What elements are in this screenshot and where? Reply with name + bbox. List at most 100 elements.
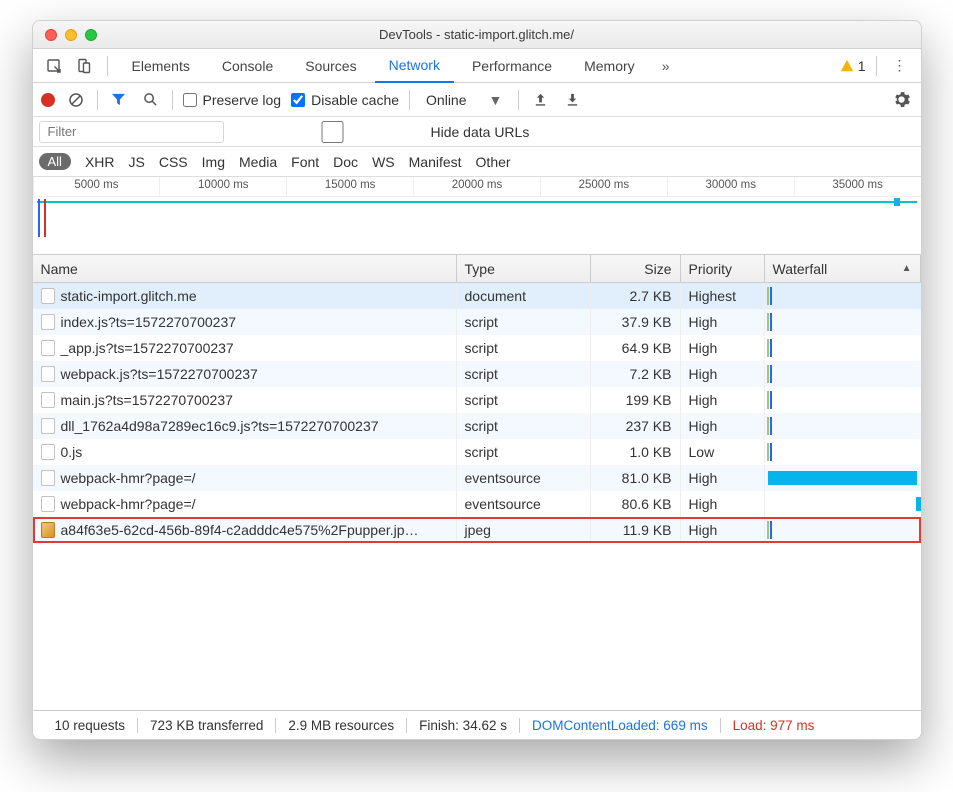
col-waterfall[interactable]: Waterfall▲ <box>765 255 921 282</box>
more-tabs-icon[interactable]: » <box>653 53 679 79</box>
table-row[interactable]: webpack.js?ts=1572270700237script7.2 KBH… <box>33 361 921 387</box>
filter-input[interactable] <box>39 121 224 143</box>
settings-gear-icon[interactable] <box>891 91 913 108</box>
type-manifest[interactable]: Manifest <box>409 154 462 170</box>
table-row[interactable]: index.js?ts=1572270700237script37.9 KBHi… <box>33 309 921 335</box>
preserve-log-checkbox[interactable]: Preserve log <box>183 92 282 108</box>
search-icon[interactable] <box>140 92 162 107</box>
cell-type: eventsource <box>457 491 591 517</box>
sort-asc-icon: ▲ <box>902 263 912 274</box>
type-css[interactable]: CSS <box>159 154 188 170</box>
window-title: DevTools - static-import.glitch.me/ <box>33 27 921 42</box>
cell-waterfall <box>765 387 921 413</box>
cell-priority: High <box>681 361 765 387</box>
file-icon <box>41 418 55 434</box>
cell-waterfall <box>765 309 921 335</box>
type-xhr[interactable]: XHR <box>85 154 115 170</box>
table-row[interactable]: webpack-hmr?page=/eventsource80.6 KBHigh <box>33 491 921 517</box>
file-icon <box>41 392 55 408</box>
main-tabs: Elements Console Sources Network Perform… <box>33 49 921 83</box>
col-name[interactable]: Name <box>33 255 457 282</box>
cell-priority: High <box>681 309 765 335</box>
cell-type: script <box>457 413 591 439</box>
cell-size: 81.0 KB <box>591 465 681 491</box>
status-load: Load: 977 ms <box>721 718 827 733</box>
warning-count[interactable]: 1 <box>840 58 866 74</box>
filter-bar: Hide data URLs <box>33 117 921 147</box>
table-row[interactable]: a84f63e5-62cd-456b-89f4-c2adddc4e575%2Fp… <box>33 517 921 543</box>
cell-size: 1.0 KB <box>591 439 681 465</box>
cell-size: 7.2 KB <box>591 361 681 387</box>
network-toolbar: Preserve log Disable cache Online▼ <box>33 83 921 117</box>
cell-size: 80.6 KB <box>591 491 681 517</box>
col-size[interactable]: Size <box>591 255 681 282</box>
col-priority[interactable]: Priority <box>681 255 765 282</box>
status-finish: Finish: 34.62 s <box>407 718 520 733</box>
table-row[interactable]: _app.js?ts=1572270700237script64.9 KBHig… <box>33 335 921 361</box>
tab-sources[interactable]: Sources <box>291 50 370 82</box>
cell-name: _app.js?ts=1572270700237 <box>33 335 457 361</box>
table-row[interactable]: 0.jsscript1.0 KBLow <box>33 439 921 465</box>
tab-console[interactable]: Console <box>208 50 287 82</box>
cell-priority: Low <box>681 439 765 465</box>
download-icon[interactable] <box>561 92 583 107</box>
record-button[interactable] <box>41 93 55 107</box>
file-icon <box>41 366 55 382</box>
titlebar: DevTools - static-import.glitch.me/ <box>33 21 921 49</box>
type-other[interactable]: Other <box>476 154 511 170</box>
cell-priority: High <box>681 517 765 543</box>
throttle-select[interactable]: Online▼ <box>420 92 508 108</box>
cell-name: a84f63e5-62cd-456b-89f4-c2adddc4e575%2Fp… <box>33 517 457 543</box>
cell-priority: Highest <box>681 283 765 309</box>
type-ws[interactable]: WS <box>372 154 395 170</box>
tab-elements[interactable]: Elements <box>118 50 204 82</box>
cell-name: webpack-hmr?page=/ <box>33 491 457 517</box>
type-all[interactable]: All <box>39 153 71 170</box>
kebab-menu-icon[interactable]: ⋮ <box>887 53 913 79</box>
file-icon <box>41 314 55 330</box>
col-type[interactable]: Type <box>457 255 591 282</box>
type-img[interactable]: Img <box>202 154 225 170</box>
cell-name: webpack.js?ts=1572270700237 <box>33 361 457 387</box>
device-toggle-icon[interactable] <box>71 53 97 79</box>
upload-icon[interactable] <box>529 92 551 107</box>
file-icon <box>41 444 55 460</box>
type-doc[interactable]: Doc <box>333 154 358 170</box>
hide-data-urls-checkbox[interactable]: Hide data URLs <box>240 121 530 143</box>
cell-size: 237 KB <box>591 413 681 439</box>
table-row[interactable]: webpack-hmr?page=/eventsource81.0 KBHigh <box>33 465 921 491</box>
cell-type: script <box>457 309 591 335</box>
type-js[interactable]: JS <box>129 154 145 170</box>
cell-waterfall <box>765 465 921 491</box>
cell-priority: High <box>681 335 765 361</box>
table-row[interactable]: dll_1762a4d98a7289ec16c9.js?ts=157227070… <box>33 413 921 439</box>
inspect-icon[interactable] <box>41 53 67 79</box>
cell-waterfall <box>765 413 921 439</box>
timeline-overview[interactable]: 5000 ms 10000 ms 15000 ms 20000 ms 25000… <box>33 177 921 255</box>
requests-table: Name Type Size Priority Waterfall▲ stati… <box>33 255 921 711</box>
file-icon <box>41 470 55 486</box>
clear-icon[interactable] <box>65 92 87 108</box>
filter-icon[interactable] <box>108 92 130 107</box>
cell-type: script <box>457 387 591 413</box>
cell-size: 64.9 KB <box>591 335 681 361</box>
cell-name: dll_1762a4d98a7289ec16c9.js?ts=157227070… <box>33 413 457 439</box>
cell-name: static-import.glitch.me <box>33 283 457 309</box>
table-row[interactable]: static-import.glitch.medocument2.7 KBHig… <box>33 283 921 309</box>
cell-name: webpack-hmr?page=/ <box>33 465 457 491</box>
cell-priority: High <box>681 387 765 413</box>
tab-performance[interactable]: Performance <box>458 50 566 82</box>
type-media[interactable]: Media <box>239 154 277 170</box>
tab-network[interactable]: Network <box>375 49 454 83</box>
file-icon <box>41 340 55 356</box>
cell-name: 0.js <box>33 439 457 465</box>
disable-cache-checkbox[interactable]: Disable cache <box>291 92 399 108</box>
status-dcl: DOMContentLoaded: 669 ms <box>520 718 721 733</box>
cell-type: script <box>457 439 591 465</box>
table-row[interactable]: main.js?ts=1572270700237script199 KBHigh <box>33 387 921 413</box>
file-icon <box>41 288 55 304</box>
cell-size: 2.7 KB <box>591 283 681 309</box>
tab-memory[interactable]: Memory <box>570 50 649 82</box>
cell-waterfall <box>765 361 921 387</box>
type-font[interactable]: Font <box>291 154 319 170</box>
